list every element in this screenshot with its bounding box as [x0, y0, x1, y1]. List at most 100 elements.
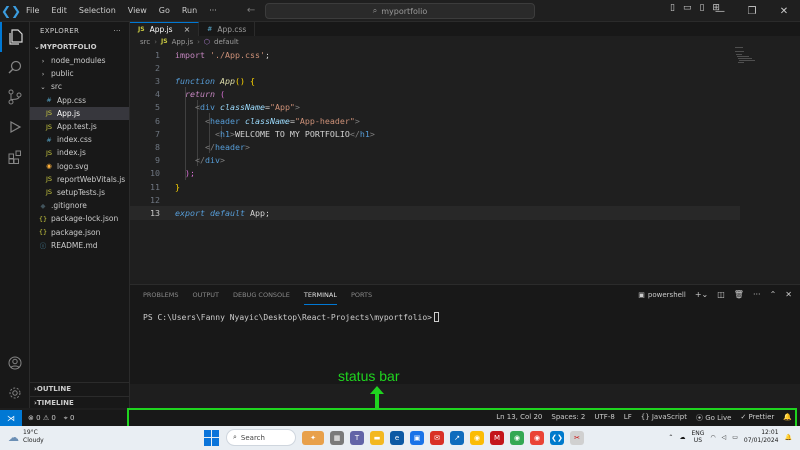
volume-icon[interactable]: ◁ — [722, 434, 727, 441]
tree-item[interactable]: # App.css — [30, 94, 129, 107]
tree-item[interactable]: JS setupTests.js — [30, 186, 129, 199]
code-line: 12 — [130, 193, 740, 206]
extensions-icon[interactable] — [0, 142, 30, 172]
tree-item[interactable]: ⌄ src — [30, 80, 129, 93]
language-indicator[interactable]: ENG US — [691, 430, 704, 444]
clock[interactable]: 12:01 07/01/2024 — [744, 429, 779, 445]
vscode-taskbar-icon[interactable]: ❮❯ — [550, 430, 564, 445]
menu-go[interactable]: Go — [159, 6, 170, 15]
explorer-icon[interactable] — [0, 22, 30, 52]
tree-item[interactable]: ◆ .gitignore — [30, 199, 129, 212]
tree-item[interactable]: {} package-lock.json — [30, 212, 129, 225]
project-folder-header[interactable]: ⌄ MYPORTFOLIO — [30, 40, 129, 54]
tree-item[interactable]: › public — [30, 67, 129, 80]
mcafee-icon[interactable]: M — [490, 430, 504, 445]
tree-item-label: App.css — [57, 95, 86, 105]
minimap[interactable] — [735, 47, 755, 71]
close-panel-icon[interactable]: ✕ — [785, 290, 792, 299]
run-debug-icon[interactable] — [0, 112, 30, 142]
tree-item[interactable]: JS reportWebVitals.js — [30, 173, 129, 186]
manage-gear-icon[interactable] — [0, 378, 30, 408]
close-icon[interactable]: ✕ — [768, 0, 800, 22]
breadcrumb-file[interactable]: App.js — [172, 38, 194, 46]
wifi-icon[interactable]: ◠ — [710, 434, 715, 441]
outline-section[interactable]: › OUTLINE — [30, 382, 130, 395]
tab-app-css[interactable]: # App.css — [199, 22, 256, 36]
maximize-panel-icon[interactable]: ⌃ — [770, 290, 777, 299]
terminal-shell-selector[interactable]: ▣ powershell — [638, 291, 686, 299]
more-actions-icon[interactable]: ··· — [753, 290, 761, 299]
edge-icon[interactable]: e — [390, 430, 404, 445]
timeline-section[interactable]: › TIMELINE — [30, 396, 130, 409]
tree-item-label: reportWebVitals.js — [57, 174, 126, 184]
taskbar-search[interactable]: ⌕ Search — [226, 429, 296, 446]
menu-more[interactable]: ··· — [209, 6, 217, 15]
snipping-tool-icon[interactable]: ✂ — [570, 430, 584, 445]
ports-status[interactable]: ⌖ 0 — [64, 414, 75, 423]
widget-icon[interactable]: ✦ — [302, 430, 324, 445]
close-tab-icon[interactable]: × — [184, 25, 191, 34]
tree-item[interactable]: ◉ logo.svg — [30, 160, 129, 173]
tree-item[interactable]: › node_modules — [30, 54, 129, 67]
remote-indicator-icon[interactable]: ⋊ — [0, 410, 22, 426]
toggle-sidebar-icon[interactable]: ▯ — [670, 3, 675, 13]
tab-output[interactable]: OUTPUT — [192, 285, 219, 305]
windows-start-icon[interactable] — [204, 429, 220, 446]
tab-terminal[interactable]: TERMINAL — [303, 285, 337, 305]
stocks-icon[interactable]: ↗ — [450, 430, 464, 445]
tab-debug-console[interactable]: DEBUG CONSOLE — [233, 285, 290, 305]
trash-icon[interactable]: 🗑 — [734, 290, 744, 299]
breadcrumb-folder[interactable]: src — [140, 38, 150, 46]
tab-ports[interactable]: PORTS — [351, 285, 372, 305]
code-token: </ — [349, 128, 360, 139]
file-explorer-icon[interactable]: ▬ — [370, 430, 384, 445]
breadcrumb-symbol[interactable]: default — [214, 38, 239, 46]
source-control-icon[interactable] — [0, 82, 30, 112]
tab-problems[interactable]: PROBLEMS — [143, 285, 178, 305]
weather-widget[interactable]: ☁ 19°C Cloudy — [8, 429, 44, 445]
menu-view[interactable]: View — [128, 6, 147, 15]
more-actions-icon[interactable]: ··· — [113, 27, 121, 35]
new-terminal-icon[interactable]: +⌄ — [695, 290, 708, 299]
menu-edit[interactable]: Edit — [51, 6, 67, 15]
menu-run[interactable]: Run — [182, 6, 197, 15]
tree-item[interactable]: # index.css — [30, 133, 129, 146]
tab-app-js[interactable]: JS App.js × — [130, 22, 200, 36]
terminal-output[interactable]: PS C:\Users\Fanny Nyayic\Desktop\React-P… — [143, 312, 439, 322]
battery-icon[interactable]: ▭ — [732, 434, 738, 441]
chrome-alt-icon[interactable]: ◉ — [530, 430, 544, 445]
back-arrow-icon[interactable]: ← — [247, 5, 255, 16]
code-token: App — [249, 207, 265, 218]
code-token: "App" — [269, 102, 295, 113]
account-icon[interactable] — [0, 348, 30, 378]
code-token: div — [204, 155, 220, 166]
chevron-up-icon[interactable]: ⌃ — [668, 434, 673, 441]
tree-item[interactable]: {} package.json — [30, 225, 129, 238]
teams-icon[interactable]: T — [350, 430, 364, 445]
tree-item[interactable]: JS App.js — [30, 106, 129, 120]
menu-file[interactable]: File — [26, 6, 39, 15]
code-token: () { — [234, 75, 255, 86]
store-icon[interactable]: ▣ — [410, 430, 424, 445]
notification-icon[interactable]: 🔔 — [785, 434, 792, 441]
command-center[interactable]: ⌕ myportfolio — [265, 3, 535, 19]
split-terminal-icon[interactable]: ◫ — [717, 290, 725, 299]
toggle-panel-icon[interactable]: ▭ — [683, 3, 692, 13]
cloud-sync-icon[interactable]: ☁ — [679, 434, 685, 441]
tree-item[interactable]: JS App.test.js — [30, 120, 129, 133]
code-line-current: 13 export default App; — [130, 206, 740, 220]
minimize-icon[interactable]: — — [704, 0, 736, 22]
tree-item[interactable]: ⓘ README.md — [30, 239, 129, 252]
tab-label: App.js — [149, 25, 173, 34]
chrome-icon[interactable]: ◉ — [470, 430, 484, 445]
problems-status[interactable]: ⊗ 0 ⚠ 0 — [28, 414, 56, 423]
menu-selection[interactable]: Selection — [79, 6, 116, 15]
code-editor[interactable]: 1 import './App.css'; 2 3 function App()… — [130, 47, 800, 280]
chrome-profile-icon[interactable]: ◉ — [510, 430, 524, 445]
tree-item[interactable]: JS index.js — [30, 146, 129, 159]
mail-icon[interactable]: ✉ — [430, 430, 444, 445]
search-icon[interactable] — [0, 52, 30, 82]
search-icon: ⌕ — [233, 433, 237, 441]
restore-icon[interactable]: ❐ — [736, 0, 768, 22]
task-view-icon[interactable]: ▦ — [330, 430, 344, 445]
